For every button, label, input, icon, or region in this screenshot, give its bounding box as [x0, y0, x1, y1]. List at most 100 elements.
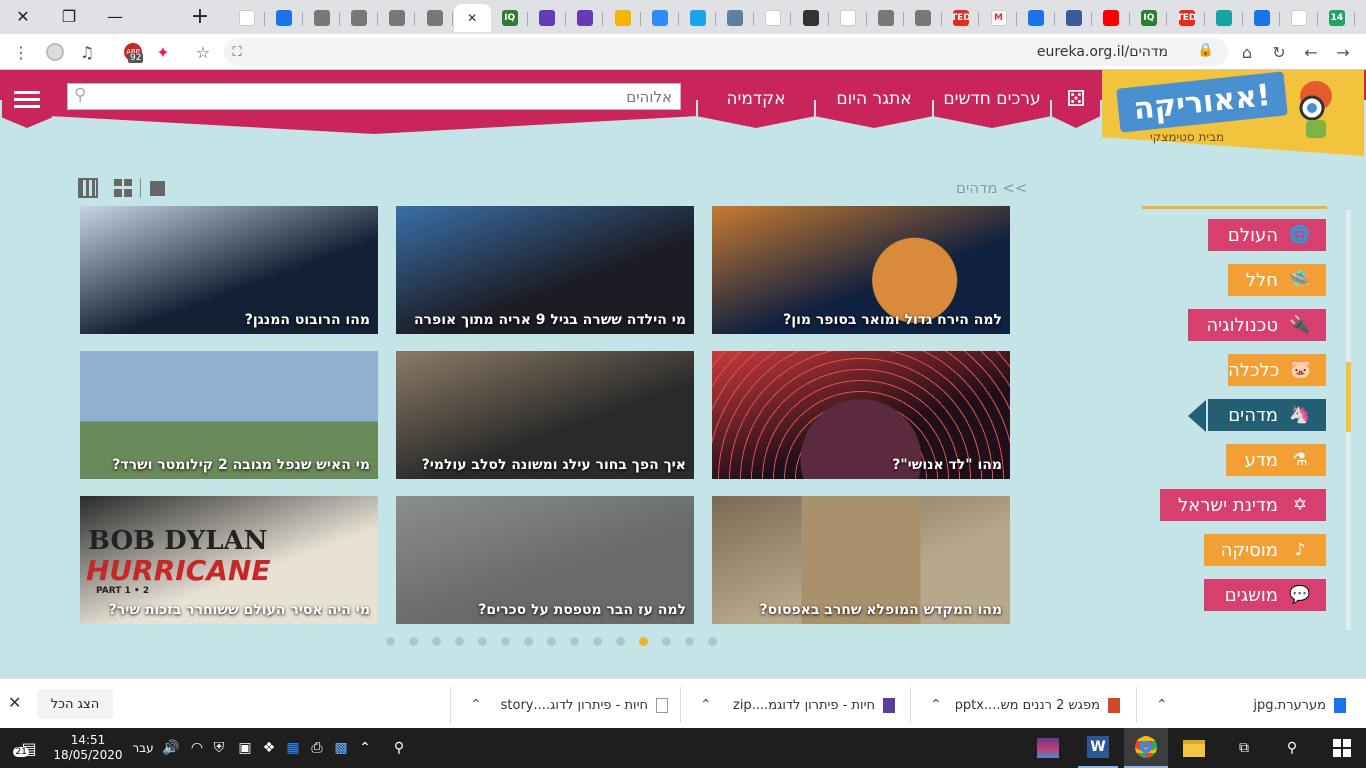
pager-dot[interactable]: [685, 637, 694, 646]
new-tab-button[interactable]: +: [182, 2, 218, 30]
chrome-app-icon[interactable]: [1124, 728, 1168, 768]
home-button[interactable]: ⌂: [1234, 39, 1260, 65]
browser-tab[interactable]: [266, 4, 303, 32]
volume-icon[interactable]: 🔊: [160, 728, 182, 768]
omnibox[interactable]: ☆ ⛶ eureka.org.il/מדהים 🔒: [196, 38, 1228, 66]
clock[interactable]: 14:51 18/05/2020: [48, 728, 128, 768]
download-item[interactable]: חיות - פיתרון לדוג....story ⌃: [456, 687, 668, 723]
nav-daily-challenge[interactable]: אתגר היום: [816, 70, 932, 128]
browser-tab[interactable]: [792, 4, 829, 32]
back-button[interactable]: ←: [1298, 39, 1324, 65]
sidebar-category[interactable]: 💬 מושגים: [1204, 579, 1326, 611]
browser-tab[interactable]: IQ: [1130, 4, 1168, 32]
forward-button[interactable]: →: [1330, 39, 1356, 65]
browser-tab[interactable]: ✕: [453, 4, 491, 32]
article-card[interactable]: מהו הרובוט המנגן?: [80, 206, 378, 334]
nav-new-values[interactable]: ערכים חדשים: [934, 70, 1050, 128]
sidebar-category[interactable]: 🌐 העולם: [1208, 219, 1326, 251]
people-icon[interactable]: ⚲: [388, 728, 410, 768]
browser-tab[interactable]: [416, 4, 453, 32]
pager-dot[interactable]: [501, 637, 510, 646]
scrollbar-thumb[interactable]: [1346, 362, 1351, 432]
adblock-extension[interactable]: ABP 92: [120, 39, 146, 65]
pager-dot[interactable]: [570, 637, 579, 646]
media-control-button[interactable]: ♫: [74, 39, 100, 65]
security-shield-icon[interactable]: ⛨: [208, 728, 230, 768]
browser-tab[interactable]: [867, 4, 905, 32]
article-card[interactable]: BOB DYLAN HURRICANE PART 1 • 2 מי היה אסיר …: [80, 496, 378, 624]
pager-dot[interactable]: [409, 637, 418, 646]
browser-tab[interactable]: [529, 4, 566, 32]
chevron-up-icon[interactable]: ⌃: [1142, 697, 1182, 713]
sidebar-category[interactable]: 🦄 מדהים: [1208, 399, 1326, 431]
close-window-button[interactable]: ✕: [0, 0, 46, 32]
dropbox-icon[interactable]: ❖: [258, 728, 280, 768]
winrar-app-icon[interactable]: [1032, 728, 1064, 768]
article-card[interactable]: למה הירח גדול ומואר בסופר מון?: [712, 206, 1010, 334]
chevron-up-icon[interactable]: ⌃: [916, 697, 956, 713]
article-card[interactable]: מי האיש שנפל מגובה 2 קילומטר ושרד?: [80, 351, 378, 479]
browser-tab[interactable]: [1281, 4, 1318, 32]
article-card[interactable]: איך הפך בחור עילג ומשונה לסלב עולמי?: [396, 351, 694, 479]
download-item[interactable]: מערערת.jpg ⌃: [1142, 687, 1346, 723]
app-tray-icon[interactable]: ▦: [282, 728, 304, 768]
sidebar-category[interactable]: ⚗ מדע: [1226, 444, 1326, 476]
download-item[interactable]: מפגש 2 רננים מש....pptx ⌃: [916, 687, 1120, 723]
translate-button[interactable]: ⛶: [224, 39, 250, 65]
task-view-icon[interactable]: ⧉: [1226, 728, 1262, 768]
chevron-up-icon[interactable]: ⌃: [456, 697, 496, 713]
search-taskbar-icon[interactable]: ⚲: [1274, 728, 1310, 768]
hamburger-menu-button[interactable]: [2, 70, 52, 128]
browser-tab[interactable]: [604, 4, 641, 32]
color-extension[interactable]: ✦: [150, 39, 176, 65]
word-app-icon[interactable]: W: [1078, 728, 1118, 768]
pager-dot[interactable]: [524, 637, 533, 646]
browser-tab[interactable]: [566, 4, 604, 32]
browser-tab[interactable]: TED: [1168, 4, 1205, 32]
search-icon[interactable]: ⚲: [74, 85, 86, 105]
sidebar-category[interactable]: ✡ מדינת ישראל: [1160, 489, 1326, 521]
breadcrumb[interactable]: >> מדהים: [956, 179, 1027, 197]
browser-tab[interactable]: IQ: [491, 4, 529, 32]
show-all-downloads-button[interactable]: הצג הכל: [37, 689, 113, 719]
pager-dot[interactable]: [547, 637, 556, 646]
browser-tab[interactable]: [679, 4, 717, 32]
browser-tab[interactable]: [1093, 4, 1130, 32]
browser-tab[interactable]: [341, 4, 378, 32]
browser-tab[interactable]: [717, 4, 754, 32]
browser-tab[interactable]: [1243, 4, 1281, 32]
pager-dot[interactable]: [616, 637, 625, 646]
sidebar-category[interactable]: ♪ מוסיקה: [1204, 534, 1326, 566]
menu-button[interactable]: ⋮: [8, 39, 34, 65]
article-card[interactable]: למה עז הבר מטפסת על סכרים?: [396, 496, 694, 624]
pager-dot[interactable]: [455, 637, 464, 646]
browser-tab[interactable]: [1206, 4, 1243, 32]
browser-tab[interactable]: [754, 4, 792, 32]
pager-dot[interactable]: [386, 637, 395, 646]
browser-tab[interactable]: [642, 4, 679, 32]
pager-dot[interactable]: [662, 637, 671, 646]
profile-button[interactable]: [42, 39, 68, 65]
browser-tab[interactable]: [303, 4, 341, 32]
browser-tab[interactable]: [1055, 4, 1093, 32]
close-downloads-button[interactable]: ✕: [8, 693, 21, 712]
printer-icon[interactable]: ⎙: [306, 728, 328, 768]
article-card[interactable]: מהו "לד אנושי"?: [712, 351, 1010, 479]
article-card[interactable]: מי הילדה ששרה בגיל 9 אריה מתוך אופרה: [396, 206, 694, 334]
browser-tab[interactable]: TED: [942, 4, 980, 32]
search-input[interactable]: [102, 86, 672, 108]
browser-tab[interactable]: [905, 4, 942, 32]
browser-tab[interactable]: 14: [1318, 4, 1356, 32]
sidebar-category[interactable]: 🛸 חלל: [1228, 264, 1326, 296]
grid-large-view-icon[interactable]: [114, 179, 132, 197]
device-icon[interactable]: ▣: [234, 728, 256, 768]
download-item[interactable]: חיות - פיתרון לדוגמ....zip ⌃: [686, 687, 895, 723]
browser-tab[interactable]: [1018, 4, 1055, 32]
input-language-button[interactable]: עבר: [128, 728, 158, 768]
bookmark-star-button[interactable]: ☆: [190, 39, 216, 65]
nav-academy[interactable]: אקדמיה: [698, 70, 814, 128]
chevron-up-icon[interactable]: ⌃: [686, 697, 726, 713]
random-value-button[interactable]: ⚄: [1052, 70, 1100, 128]
calculator-tray-icon[interactable]: ▩: [330, 728, 352, 768]
restore-window-button[interactable]: ❐: [46, 0, 92, 32]
